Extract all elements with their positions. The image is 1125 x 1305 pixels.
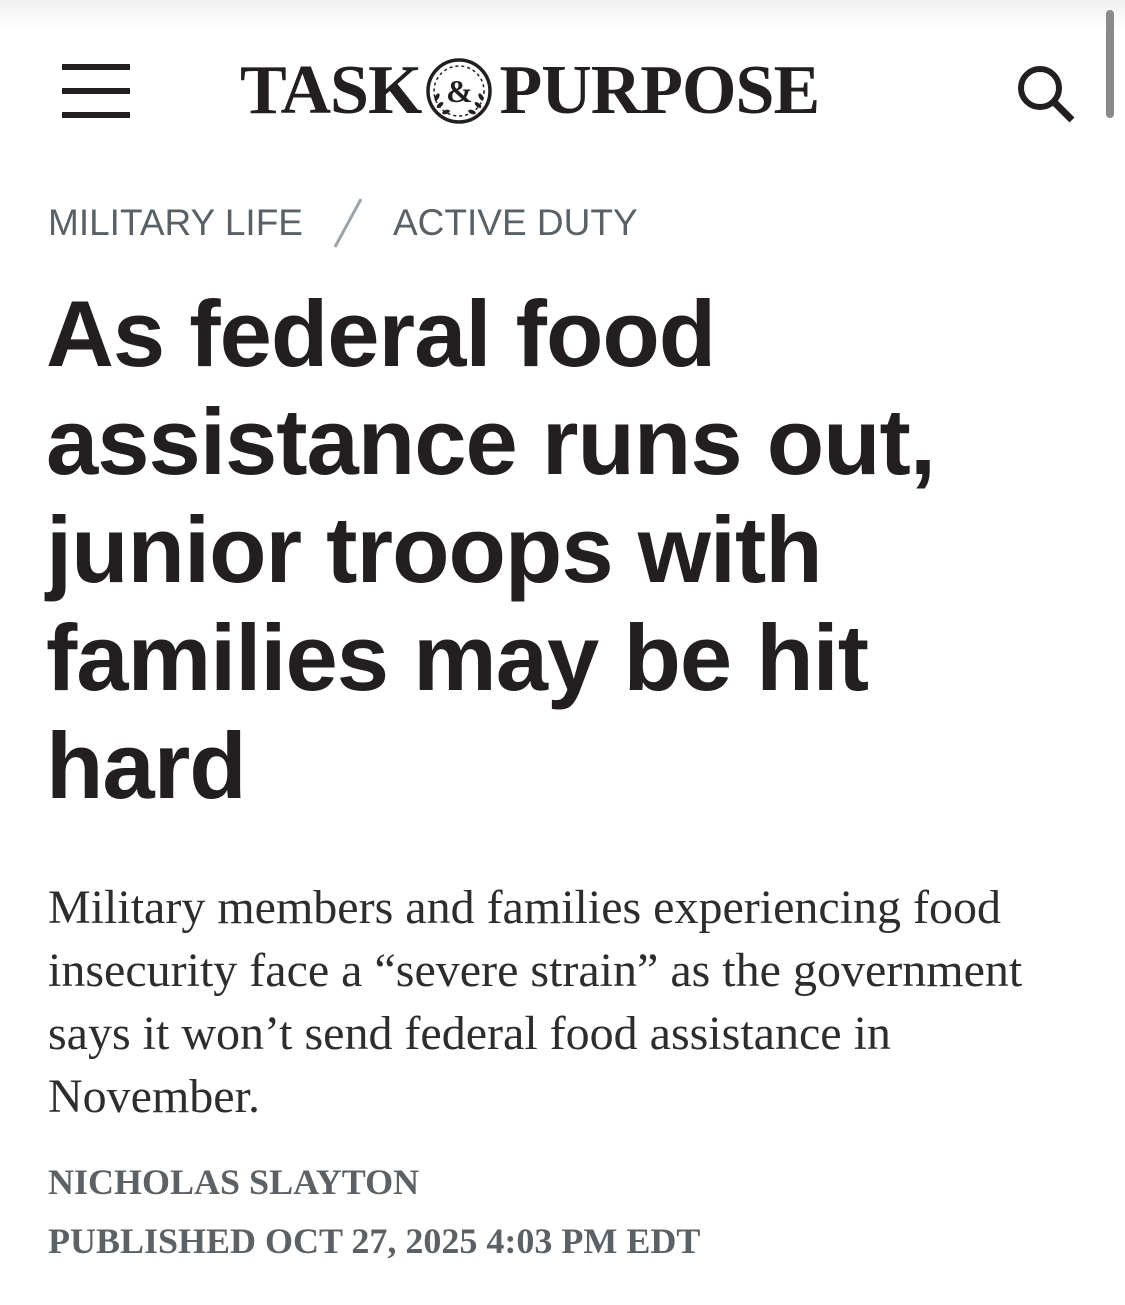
article-headline: As federal food assistance runs out, jun…	[46, 281, 936, 818]
search-icon[interactable]	[1014, 62, 1078, 126]
logo-emblem-ampersand: &	[447, 73, 473, 109]
site-header: TASK & PURPOSE	[0, 40, 1125, 144]
publish-date: PUBLISHED OCT 27, 2025 4:03 PM EDT	[48, 1221, 701, 1261]
site-logo[interactable]: TASK & PURPOSE	[240, 52, 840, 130]
hamburger-menu-icon[interactable]	[62, 64, 130, 118]
breadcrumb: MILITARY LIFE ACTIVE DUTY	[48, 197, 638, 249]
author-byline[interactable]: NICHOLAS SLAYTON	[48, 1160, 419, 1204]
article-dek: Military members and families experienci…	[48, 881, 1023, 1123]
search-icon-glyph	[1018, 66, 1075, 123]
breadcrumb-separator	[333, 198, 363, 248]
top-shadow	[0, 0, 1125, 30]
logo-text-purpose: PURPOSE	[499, 52, 820, 129]
breadcrumb-military-life[interactable]: MILITARY LIFE	[48, 202, 303, 244]
laurel-wreath-icon: &	[426, 58, 493, 124]
menu-bar	[62, 88, 130, 94]
logo-text-task: TASK	[240, 52, 422, 129]
menu-bar	[62, 112, 130, 118]
menu-bar	[62, 64, 130, 70]
breadcrumb-active-duty[interactable]: ACTIVE DUTY	[393, 202, 638, 244]
